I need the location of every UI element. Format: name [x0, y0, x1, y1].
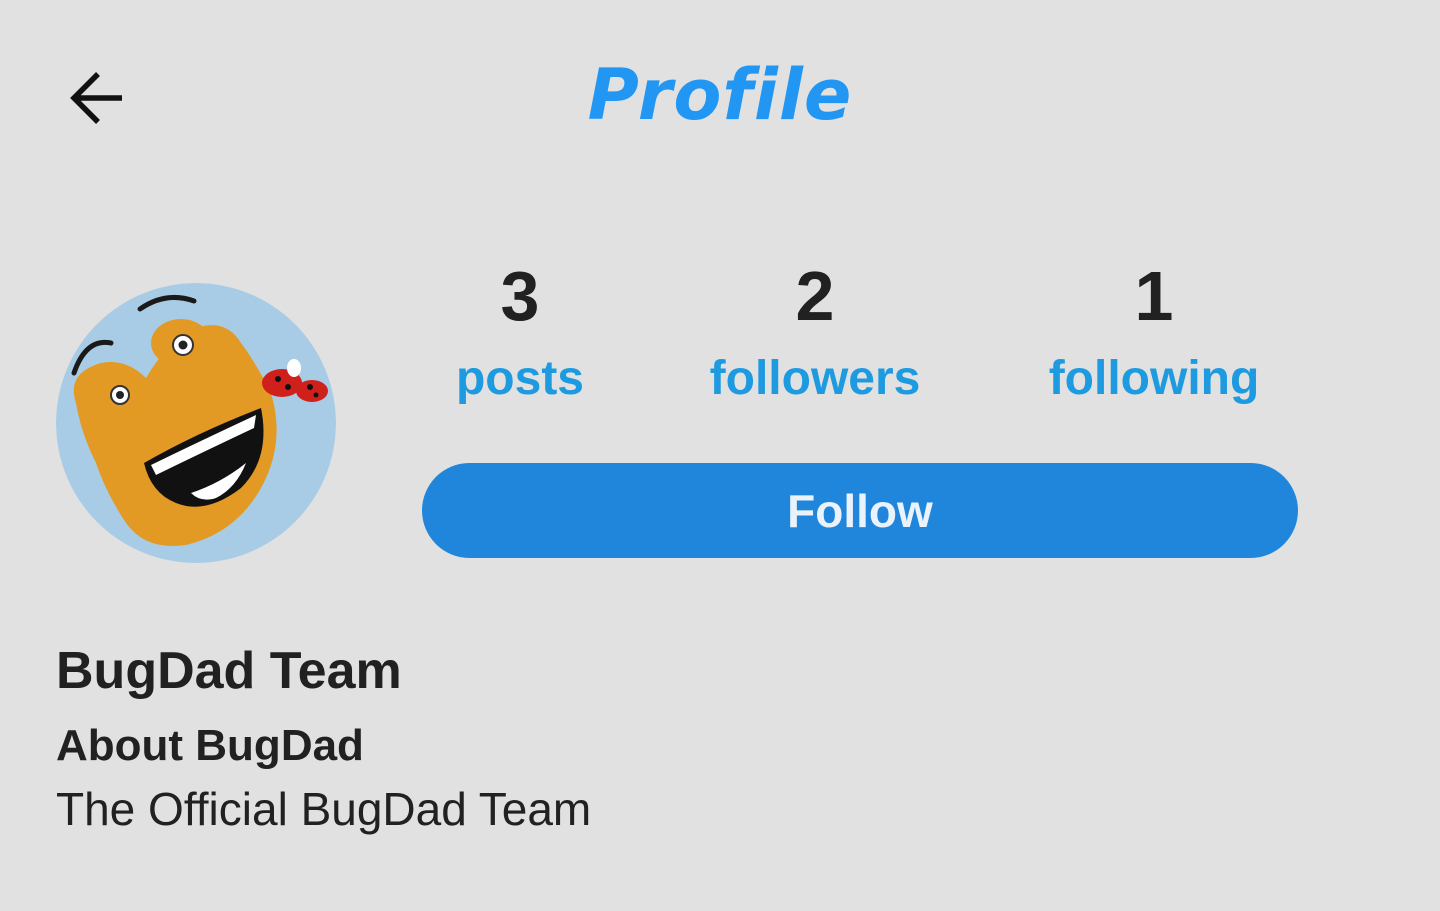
followers-count: 2	[795, 257, 835, 335]
posts-label[interactable]: posts	[370, 344, 670, 414]
page-title: Profile	[587, 54, 853, 136]
follow-button[interactable]: Follow	[422, 463, 1298, 558]
following-count: 1	[1134, 257, 1174, 335]
stat-following[interactable]: 1 following	[1004, 252, 1304, 414]
posts-count: 3	[500, 257, 540, 335]
following-label[interactable]: following	[1004, 344, 1304, 414]
bugdad-avatar-image	[56, 283, 336, 563]
stat-followers[interactable]: 2 followers	[665, 252, 965, 414]
stat-posts[interactable]: 3 posts	[370, 252, 670, 414]
profile-name: BugDad Team	[56, 642, 402, 700]
followers-label[interactable]: followers	[665, 344, 965, 414]
avatar[interactable]	[56, 283, 336, 563]
about-description: The Official BugDad Team	[56, 783, 592, 835]
app-bar: Profile	[0, 0, 1440, 190]
about-heading: About BugDad	[56, 721, 364, 770]
